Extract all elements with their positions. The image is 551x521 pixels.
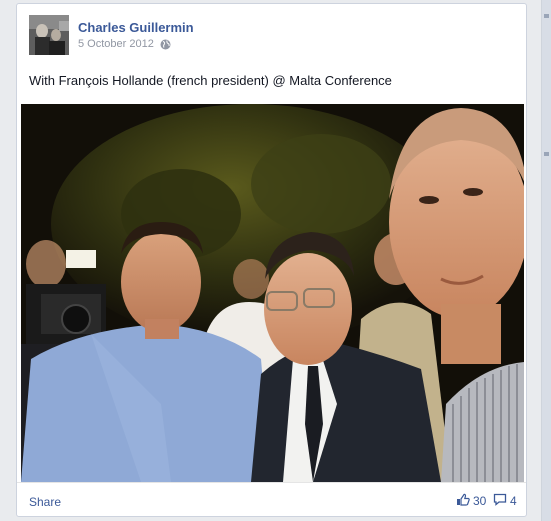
post-meta: 5 October 2012 bbox=[78, 38, 171, 50]
post-date[interactable]: 5 October 2012 bbox=[78, 38, 154, 50]
page: Charles Guillermin 5 October 2012 With F… bbox=[0, 0, 551, 521]
thumbs-up-icon bbox=[456, 493, 473, 509]
globe-icon[interactable] bbox=[160, 39, 171, 50]
comment-icon bbox=[493, 493, 510, 509]
avatar[interactable] bbox=[29, 15, 69, 55]
post-card: Charles Guillermin 5 October 2012 With F… bbox=[16, 3, 527, 517]
scrollbar-notch bbox=[544, 14, 549, 18]
share-link[interactable]: Share bbox=[29, 495, 61, 509]
photo-image bbox=[21, 104, 524, 482]
like-count-button[interactable]: 30 bbox=[456, 493, 486, 509]
like-count: 30 bbox=[473, 494, 487, 508]
post-photo[interactable] bbox=[21, 104, 524, 482]
scrollbar-notch bbox=[544, 152, 549, 156]
author-name[interactable]: Charles Guillermin bbox=[78, 20, 194, 35]
footer-divider bbox=[17, 482, 526, 483]
scrollbar[interactable] bbox=[541, 0, 551, 521]
comment-count-button[interactable]: 4 bbox=[493, 493, 517, 509]
post-text: With François Hollande (french president… bbox=[29, 73, 392, 88]
comment-count: 4 bbox=[510, 494, 517, 508]
avatar-photo bbox=[29, 15, 69, 55]
